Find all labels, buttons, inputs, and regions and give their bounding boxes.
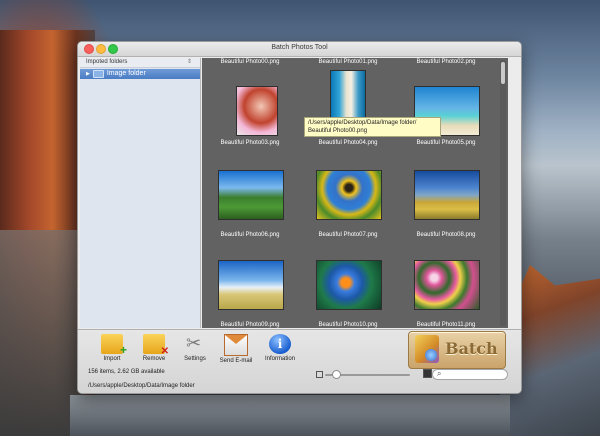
- thumbnail-image[interactable]: [414, 170, 480, 220]
- thumbnail-image[interactable]: [218, 260, 284, 310]
- tooltip-path: /Users/apple/Desktop/Data/Image folder/: [308, 120, 417, 126]
- slider-knob[interactable]: [332, 370, 341, 379]
- thumbnail-image[interactable]: [414, 260, 480, 310]
- sidebar-header-label: Impoted folders: [86, 59, 128, 65]
- thumbnail-grid: Beautiful Photo00.png Beautiful Photo01.…: [202, 58, 508, 328]
- thumbnail-label: Beautiful Photo03.png: [220, 140, 280, 146]
- thumbnail-label: Beautiful Photo07.png: [318, 232, 378, 238]
- thumbnail-image[interactable]: [316, 260, 382, 310]
- sidebar: Impoted folders ⇕ ▶ Image folder: [80, 58, 201, 328]
- thumbnail-label: Beautiful Photo00.png: [220, 59, 280, 65]
- thumbnail-label: Beautiful Photo10.png: [318, 322, 378, 328]
- search-icon: ⌕: [437, 369, 442, 378]
- scrollbar-thumb[interactable]: [501, 62, 505, 84]
- information-label: Information: [264, 356, 295, 362]
- email-envelope-icon: [224, 334, 248, 356]
- thumbnail-label: Beautiful Photo02.png: [416, 59, 476, 65]
- information-icon: i: [269, 334, 291, 354]
- thumbnail-label: Beautiful Photo08.png: [416, 232, 476, 238]
- tooltip-filename: Beautiful Photo00.png: [308, 128, 368, 134]
- sidebar-item-label: Image folder: [106, 70, 146, 77]
- folder-icon: [92, 70, 104, 78]
- batch-button[interactable]: Batch: [408, 331, 506, 369]
- thumbnail-label: Beautiful Photo11.png: [416, 322, 476, 328]
- folder-import-icon: [101, 334, 127, 357]
- thumbnail-size-slider[interactable]: [316, 369, 432, 379]
- thumbnail-image[interactable]: [236, 86, 278, 136]
- thumbnail-label: Beautiful Photo05.png: [416, 140, 476, 146]
- sidebar-item-image-folder[interactable]: ▶ Image folder: [80, 69, 200, 79]
- large-thumbnail-icon: [423, 369, 432, 378]
- folder-remove-icon: [143, 334, 169, 357]
- window-title: Batch Photos Tool: [271, 44, 328, 51]
- search-input[interactable]: [445, 370, 503, 379]
- current-path: /Users/apple/Desktop/Data/Image folder: [88, 383, 195, 389]
- settings-button[interactable]: Settings: [175, 333, 215, 362]
- settings-tools-icon: [184, 333, 206, 354]
- thumbnail-label: Beautiful Photo06.png: [220, 232, 280, 238]
- file-path-tooltip: /Users/apple/Desktop/Data/Image folder/ …: [304, 117, 441, 137]
- grid-scrollbar[interactable]: [500, 60, 506, 326]
- status-text: 156 items, 2.62 GB available: [88, 369, 165, 375]
- title-bar[interactable]: Batch Photos Tool: [78, 42, 521, 57]
- remove-button[interactable]: Remove: [134, 334, 174, 362]
- sidebar-header: Impoted folders ⇕: [80, 58, 200, 68]
- thumbnail-label: Beautiful Photo01.png: [318, 59, 378, 65]
- wallpaper-valley: [70, 395, 510, 436]
- search-field[interactable]: ⌕: [432, 369, 508, 380]
- send-email-button[interactable]: Send E-mail: [216, 334, 256, 364]
- thumbnail-image[interactable]: [218, 170, 284, 220]
- thumbnail-image[interactable]: [316, 170, 382, 220]
- small-thumbnail-icon: [316, 371, 323, 378]
- disclosure-triangle-icon[interactable]: ▶: [86, 69, 90, 79]
- batch-label: Batch: [445, 339, 498, 358]
- thumbnail-label: Beautiful Photo04.png: [318, 140, 378, 146]
- information-button[interactable]: i Information: [260, 334, 300, 362]
- settings-label: Settings: [184, 356, 206, 362]
- thumbnail-label: Beautiful Photo09.png: [220, 322, 280, 328]
- bottom-toolbar: Import Remove Settings Send E-mail i Inf…: [78, 329, 521, 393]
- import-button[interactable]: Import: [92, 334, 132, 362]
- send-email-label: Send E-mail: [219, 358, 253, 364]
- batch-app-icon: [415, 335, 439, 363]
- sidebar-sort-icon[interactable]: ⇕: [187, 58, 192, 67]
- app-window: Batch Photos Tool Impoted folders ⇕ ▶ Im…: [77, 41, 522, 394]
